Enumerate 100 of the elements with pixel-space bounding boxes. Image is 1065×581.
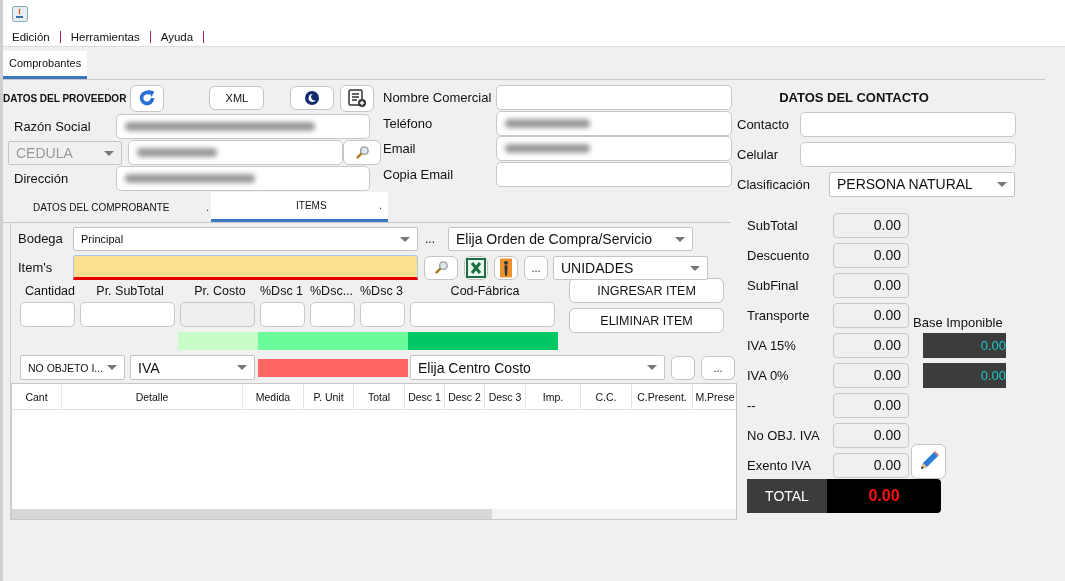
action-button[interactable]: ELIMINAR ITEM	[569, 308, 724, 333]
search-icon	[354, 145, 370, 160]
night-button[interactable]	[290, 86, 335, 110]
column-header[interactable]: Desc 2	[445, 384, 485, 409]
warehouse-dropdown[interactable]: Principal	[73, 226, 418, 251]
search-icon	[433, 260, 449, 275]
field-label: Nombre Comercial	[383, 90, 493, 106]
classification-dropdown[interactable]: PERSONA NATURAL	[829, 171, 1015, 197]
section-heading: DATOS DEL CONTACTO	[778, 90, 930, 105]
search-button[interactable]	[424, 255, 458, 280]
column-header[interactable]: P. Unit	[304, 384, 354, 409]
text-field[interactable]	[496, 161, 732, 187]
field-label: Contacto	[737, 116, 791, 132]
total-value: 0.00	[833, 272, 909, 298]
text-field[interactable]	[496, 85, 732, 111]
column-header[interactable]: Total	[354, 384, 405, 409]
text-field[interactable]	[360, 302, 405, 327]
total-label: IVA 0%	[747, 367, 790, 383]
total-value: 0.00	[833, 362, 909, 388]
field-label: Pr. SubTotal	[95, 284, 165, 298]
column-header[interactable]: C.C.	[581, 384, 632, 409]
field-label: Base Imponible	[913, 315, 1004, 330]
field-label: Cantidad	[23, 284, 76, 298]
field-label: %Dsc 1	[260, 284, 305, 298]
column-header[interactable]: Cant	[12, 384, 62, 409]
cost-center-dropdown[interactable]: Elija Centro Costo	[410, 355, 665, 380]
column-header[interactable]: Detalle	[62, 384, 243, 409]
list-add-icon	[347, 88, 368, 108]
unit-dropdown[interactable]: UNIDADES	[553, 255, 708, 280]
field-label: Cod-Fábrica	[449, 284, 521, 298]
column-header[interactable]: M.Prese	[693, 384, 736, 409]
field-label: Item's	[17, 260, 54, 275]
menu-item[interactable]: Ayuda	[160, 30, 205, 43]
text-field[interactable]	[260, 302, 305, 327]
text-field[interactable]	[410, 302, 555, 327]
xml-button[interactable]: XML	[209, 86, 265, 110]
field-label: Dirección	[13, 171, 70, 186]
figure-button[interactable]	[494, 255, 518, 280]
total-value: 0.00	[833, 212, 909, 238]
text-field[interactable]	[128, 140, 343, 165]
more-button[interactable]: ...	[524, 255, 548, 280]
edit-button[interactable]	[911, 443, 946, 479]
blank-button[interactable]	[671, 355, 695, 380]
total-label: Transporte	[747, 307, 811, 323]
base-value: 0.00	[923, 332, 1006, 358]
menu-item[interactable]: Edición	[12, 30, 61, 43]
field-label: %Dsc...	[310, 284, 355, 298]
total-value: 0.00	[827, 479, 941, 513]
text-field[interactable]	[116, 166, 370, 191]
field-label: Pr. Costo	[193, 284, 247, 298]
total-label: IVA 15%	[747, 337, 797, 353]
text-field[interactable]	[800, 141, 1016, 167]
more-button[interactable]: ...	[701, 355, 735, 380]
menu-item[interactable]: Herramientas	[70, 30, 151, 43]
search-button[interactable]	[343, 140, 381, 165]
total-label: SubTotal	[747, 217, 799, 233]
field-label: Bodega	[17, 231, 64, 246]
tax-dropdown[interactable]: IVA	[130, 355, 255, 380]
text-field[interactable]	[80, 302, 175, 327]
column-header[interactable]: Imp.	[526, 384, 581, 409]
text-field[interactable]	[20, 302, 75, 327]
column-header[interactable]: C.Present.	[632, 384, 693, 409]
figure-icon	[500, 257, 512, 278]
text-field[interactable]	[496, 136, 732, 162]
total-value: 0.00	[833, 392, 909, 418]
action-button[interactable]: INGRESAR ITEM	[569, 278, 724, 303]
tab[interactable]: ITEMS .	[211, 192, 388, 222]
order-dropdown[interactable]: Elija Orden de Compra/Servicio	[448, 226, 693, 251]
total-label: TOTAL	[747, 479, 827, 513]
total-value: 0.00	[833, 242, 909, 268]
column-header[interactable]: Desc 1	[405, 384, 445, 409]
field-label: Copia Email	[383, 166, 455, 182]
field-label: Celular	[737, 146, 780, 162]
column-header[interactable]: Medida	[243, 384, 304, 409]
section-heading: DATOS DEL PROVEEDOR	[3, 92, 127, 104]
total-value: 0.00	[833, 452, 909, 478]
scrollbar-thumb[interactable]	[12, 509, 492, 519]
spreadsheet-button[interactable]	[464, 255, 488, 280]
field-label: Razón Social	[13, 119, 92, 134]
text-field[interactable]	[800, 111, 1016, 137]
item-search-field[interactable]	[73, 255, 418, 280]
base-value: 0.00	[923, 362, 1006, 388]
text-field[interactable]	[116, 114, 370, 139]
total-label: No OBJ. IVA	[747, 427, 821, 443]
refresh-button[interactable]	[130, 84, 165, 112]
spreadsheet-icon	[466, 257, 486, 278]
tab[interactable]: Comprobantes	[3, 51, 88, 79]
total-label: Descuento	[747, 247, 811, 263]
tax-type-dropdown[interactable]: NO OBJETO I...	[20, 355, 125, 380]
text-field[interactable]	[496, 110, 732, 136]
column-header[interactable]: Desc 3	[485, 384, 526, 409]
field-label: %Dsc 3	[360, 284, 405, 298]
tab[interactable]: DATOS DEL COMPROBANTE .	[3, 192, 211, 222]
total-value: 0.00	[833, 332, 909, 358]
total-label: Exento IVA	[747, 457, 813, 473]
field-label: Clasificación	[737, 176, 811, 192]
add-list-button[interactable]	[340, 84, 375, 112]
total-label: SubFinal	[747, 277, 800, 293]
text-field[interactable]	[310, 302, 355, 327]
more-link[interactable]: ...	[425, 231, 435, 246]
